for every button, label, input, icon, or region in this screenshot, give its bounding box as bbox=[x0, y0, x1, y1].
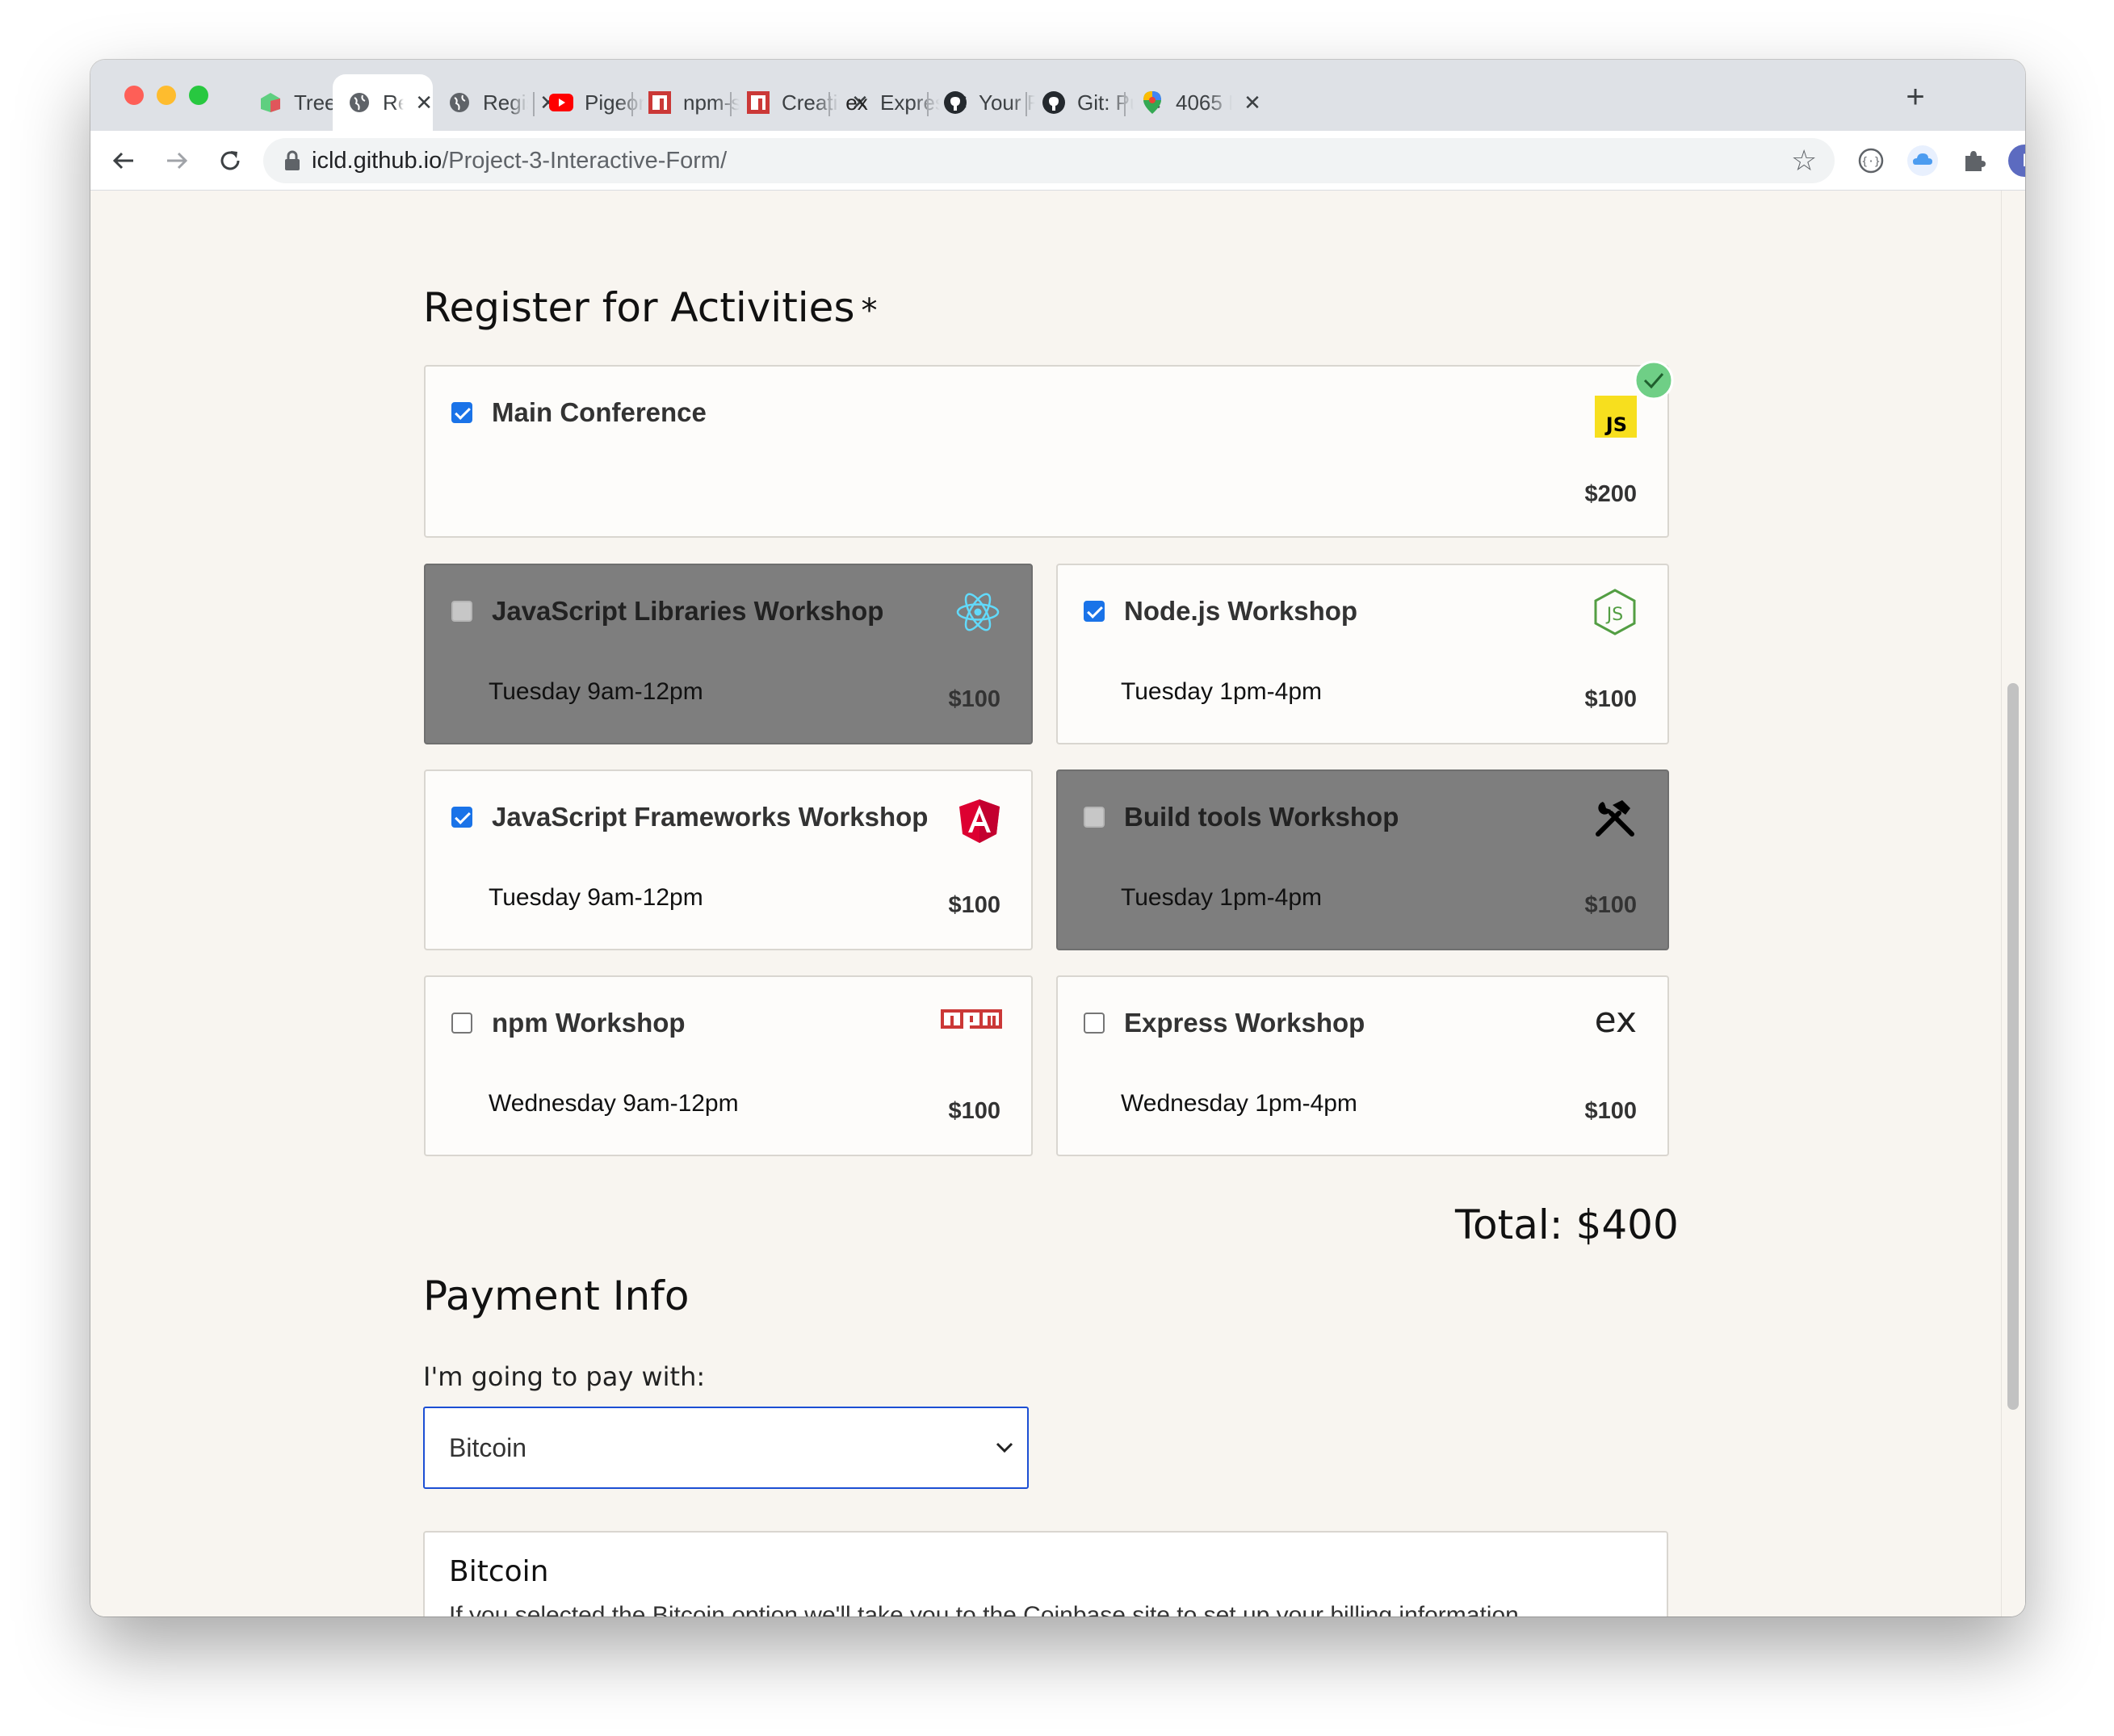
activity-checkbox[interactable] bbox=[451, 601, 472, 622]
lock-icon bbox=[284, 150, 300, 175]
express-logo-icon: ex bbox=[1594, 1000, 1637, 1041]
activity-card-js-libraries[interactable]: JavaScript Libraries Workshop Tuesday 9a… bbox=[424, 564, 1033, 744]
activity-card-build-tools[interactable]: Build tools Workshop Tuesday 1pm-4pm $10… bbox=[1056, 769, 1669, 950]
close-window-button[interactable] bbox=[124, 86, 144, 105]
tab-maps[interactable]: 4065 N ✕ bbox=[1126, 74, 1276, 131]
github-icon bbox=[943, 90, 967, 115]
svg-text:{·}: {·} bbox=[1861, 156, 1880, 168]
activity-card-npm[interactable]: npm Workshop Wednesday 9am-12pm $100 bbox=[424, 975, 1033, 1156]
tab-register-active[interactable]: Register for Activities ✕ bbox=[333, 74, 433, 131]
reload-icon bbox=[220, 151, 240, 170]
express-icon: ex bbox=[845, 90, 868, 115]
selected-check-badge-icon bbox=[1634, 360, 1674, 405]
payment-method-select[interactable]: Bitcoin bbox=[423, 1407, 1029, 1489]
close-tab-icon[interactable]: ✕ bbox=[415, 90, 433, 115]
page-content: Register for Activities * Main Conference… bbox=[90, 191, 2025, 1616]
forward-button[interactable] bbox=[158, 142, 195, 179]
activity-checkbox[interactable] bbox=[451, 402, 472, 423]
hammer-wrench-icon bbox=[1593, 797, 1637, 841]
back-button[interactable] bbox=[105, 142, 142, 179]
activity-card-nodejs[interactable]: Node.js Workshop JS Tuesday 1pm-4pm $100 bbox=[1056, 564, 1669, 744]
maximize-window-button[interactable] bbox=[189, 86, 208, 105]
activity-checkbox[interactable] bbox=[1084, 601, 1105, 622]
bookmark-star-icon[interactable]: ☆ bbox=[1791, 145, 1817, 177]
total-price: Total: $400 bbox=[1455, 1201, 1679, 1248]
address-bar[interactable]: icld.github.io/Project-3-Interactive-For… bbox=[263, 138, 1835, 183]
activity-card-js-frameworks[interactable]: JavaScript Frameworks Workshop Tuesday 9… bbox=[424, 769, 1033, 950]
scrollbar-thumb[interactable] bbox=[2007, 683, 2019, 1410]
activity-card-main-conference[interactable]: Main Conference JS $200 bbox=[424, 360, 1674, 538]
github-icon bbox=[1042, 90, 1066, 115]
arrow-right-icon bbox=[167, 152, 188, 170]
bitcoin-description: If you selected the Bitcoin option we'll… bbox=[449, 1602, 1526, 1616]
payment-heading: Payment Info bbox=[423, 1273, 690, 1319]
reload-button[interactable] bbox=[212, 142, 249, 179]
close-tab-icon[interactable]: ✕ bbox=[1244, 90, 1261, 115]
maps-icon bbox=[1140, 90, 1164, 115]
activity-checkbox[interactable] bbox=[1084, 807, 1105, 828]
treehouse-icon bbox=[258, 90, 283, 115]
minimize-window-button[interactable] bbox=[157, 86, 176, 105]
bitcoin-title: Bitcoin bbox=[449, 1555, 549, 1588]
chevron-down-icon bbox=[995, 1439, 1014, 1459]
profile-avatar[interactable]: I bbox=[2006, 142, 2025, 179]
browser-window: Treehouse ✕ Register for Activities ✕ Re… bbox=[90, 60, 2025, 1616]
activities-heading: Register for Activities * bbox=[423, 284, 878, 331]
nodejs-logo-icon: JS bbox=[1593, 588, 1637, 640]
bitcoin-info-panel: Bitcoin If you selected the Bitcoin opti… bbox=[423, 1531, 1668, 1616]
activity-checkbox[interactable] bbox=[451, 1013, 472, 1034]
puzzle-extensions-icon[interactable] bbox=[1956, 142, 1993, 179]
youtube-icon bbox=[549, 90, 573, 115]
activity-checkbox[interactable] bbox=[451, 807, 472, 828]
activity-checkbox[interactable] bbox=[1084, 1013, 1105, 1034]
globe-icon bbox=[447, 90, 472, 115]
browser-toolbar: icld.github.io/Project-3-Interactive-For… bbox=[90, 131, 2025, 191]
arrow-left-icon bbox=[112, 152, 133, 170]
npm-icon bbox=[746, 90, 770, 115]
svg-text:JS: JS bbox=[1604, 413, 1627, 436]
cloud-extension-icon[interactable] bbox=[1904, 142, 1941, 179]
url-text: icld.github.io/Project-3-Interactive-For… bbox=[312, 148, 728, 174]
npm-icon bbox=[648, 90, 672, 115]
extension-code-icon[interactable]: {·} bbox=[1852, 142, 1890, 179]
javascript-logo-icon: JS bbox=[1595, 396, 1637, 442]
tab-strip: Treehouse ✕ Register for Activities ✕ Re… bbox=[90, 60, 2025, 131]
npm-logo-icon bbox=[941, 1009, 1002, 1038]
react-logo-icon bbox=[955, 589, 1000, 639]
payment-method-label: I'm going to pay with: bbox=[423, 1361, 706, 1392]
angular-logo-icon bbox=[958, 799, 1000, 848]
activity-card-express[interactable]: Express Workshop ex Wednesday 1pm-4pm $1… bbox=[1056, 975, 1669, 1156]
svg-text:JS: JS bbox=[1605, 605, 1623, 625]
globe-icon bbox=[347, 90, 371, 115]
new-tab-button[interactable]: + bbox=[1899, 81, 1932, 113]
